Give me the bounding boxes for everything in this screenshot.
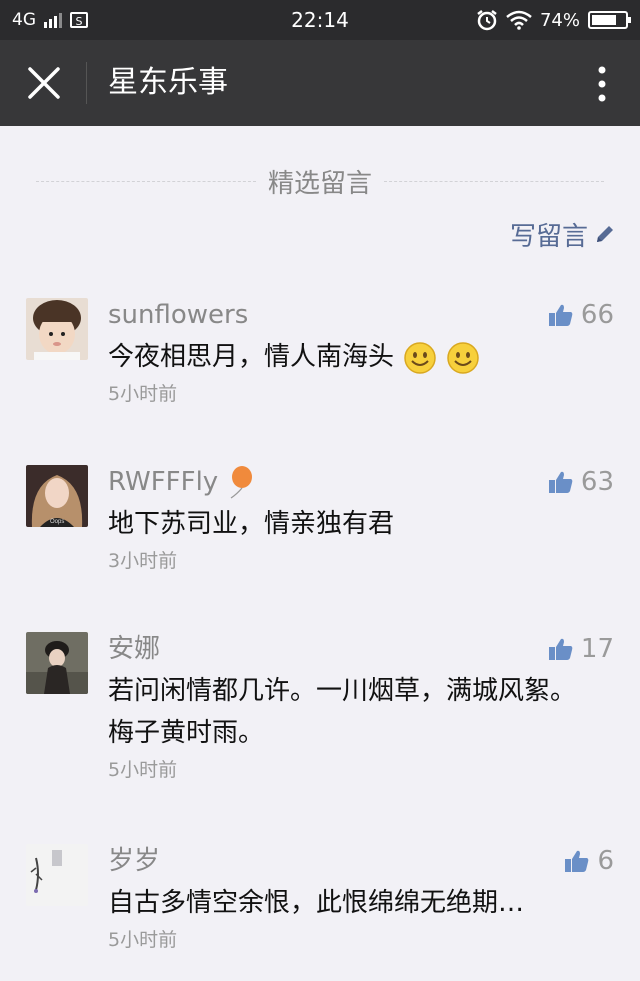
divider-left bbox=[35, 180, 256, 182]
section-title: 精选留言 bbox=[267, 168, 372, 199]
pencil-icon bbox=[597, 226, 613, 242]
comment-text-content: 今夜相思月，情人南海头 bbox=[108, 342, 395, 372]
avatar[interactable] bbox=[26, 844, 88, 906]
like-count: 17 bbox=[580, 634, 614, 664]
avatar[interactable] bbox=[26, 298, 88, 360]
write-comment-label: 写留言 bbox=[509, 221, 588, 252]
smile-emoji-icon bbox=[446, 341, 479, 374]
comment-item: sunflowers 66 今夜相思月，情人南海头 5小时前 bbox=[0, 290, 640, 420]
nav-bar: 星东乐事 bbox=[0, 40, 640, 126]
like-count: 63 bbox=[580, 467, 614, 497]
alarm-icon bbox=[477, 10, 497, 31]
comment-time: 5小时前 bbox=[108, 929, 178, 951]
comment-time: 5小时前 bbox=[108, 383, 178, 405]
wifi-icon bbox=[506, 10, 532, 30]
battery-icon bbox=[588, 11, 631, 29]
comment-author[interactable]: 岁岁 bbox=[108, 841, 160, 881]
comment-time: 5小时前 bbox=[108, 759, 178, 781]
section-header: 精选留言 bbox=[0, 158, 640, 204]
battery-percent: 74% bbox=[539, 9, 580, 31]
more-vertical-icon[interactable] bbox=[592, 65, 612, 103]
page-title: 星东乐事 bbox=[108, 65, 228, 100]
comment-author[interactable]: sunflowers bbox=[108, 295, 248, 335]
comment-author[interactable]: 安娜 bbox=[108, 629, 160, 669]
like-button[interactable]: 63 bbox=[548, 462, 614, 502]
status-bar: 4G S 22:14 74% bbox=[0, 0, 640, 40]
comment-text: 自古多情空余恨，此恨绵绵无绝期… bbox=[108, 888, 525, 918]
comment-item: 岁岁 6 自古多情空余恨，此恨绵绵无绝期… 5小时前 bbox=[0, 836, 640, 966]
like-button[interactable]: 17 bbox=[548, 629, 614, 669]
divider-right bbox=[384, 180, 604, 182]
comment-text: 今夜相思月，情人南海头 bbox=[108, 336, 578, 378]
comment-item: Oops RWFFFly 63 地下苏司业，情亲独有君 3小时前 bbox=[0, 457, 640, 587]
comment-text: 若问闲情都几许。一川烟草，满城风絮。梅子黄时雨。 bbox=[108, 676, 577, 748]
thumbs-up-icon bbox=[548, 471, 573, 493]
nav-divider bbox=[86, 62, 87, 104]
avatar[interactable]: Oops bbox=[26, 465, 88, 527]
smile-emoji-icon bbox=[404, 341, 437, 374]
status-right: 74% bbox=[476, 0, 631, 40]
comment-author-name: RWFFFly bbox=[108, 467, 219, 497]
write-comment-link[interactable]: 写留言 bbox=[510, 214, 616, 254]
comment-text: 地下苏司业，情亲独有君 bbox=[108, 509, 395, 539]
thumbs-up-icon bbox=[565, 850, 589, 872]
like-count: 6 bbox=[597, 846, 614, 876]
comment-time: 3小时前 bbox=[108, 550, 178, 572]
close-icon[interactable] bbox=[24, 63, 64, 103]
balloon-icon bbox=[231, 465, 253, 499]
avatar[interactable] bbox=[26, 632, 88, 694]
like-button[interactable]: 66 bbox=[548, 295, 614, 335]
like-count: 66 bbox=[580, 300, 614, 330]
thumbs-up-icon bbox=[548, 638, 573, 660]
like-button[interactable]: 6 bbox=[565, 841, 614, 881]
thumbs-up-icon bbox=[548, 304, 573, 326]
comment-author[interactable]: RWFFFly bbox=[108, 462, 253, 502]
comment-item: 安娜 17 若问闲情都几许。一川烟草，满城风絮。梅子黄时雨。 5小时前 bbox=[0, 624, 640, 794]
svg-text:Oops: Oops bbox=[50, 519, 64, 525]
